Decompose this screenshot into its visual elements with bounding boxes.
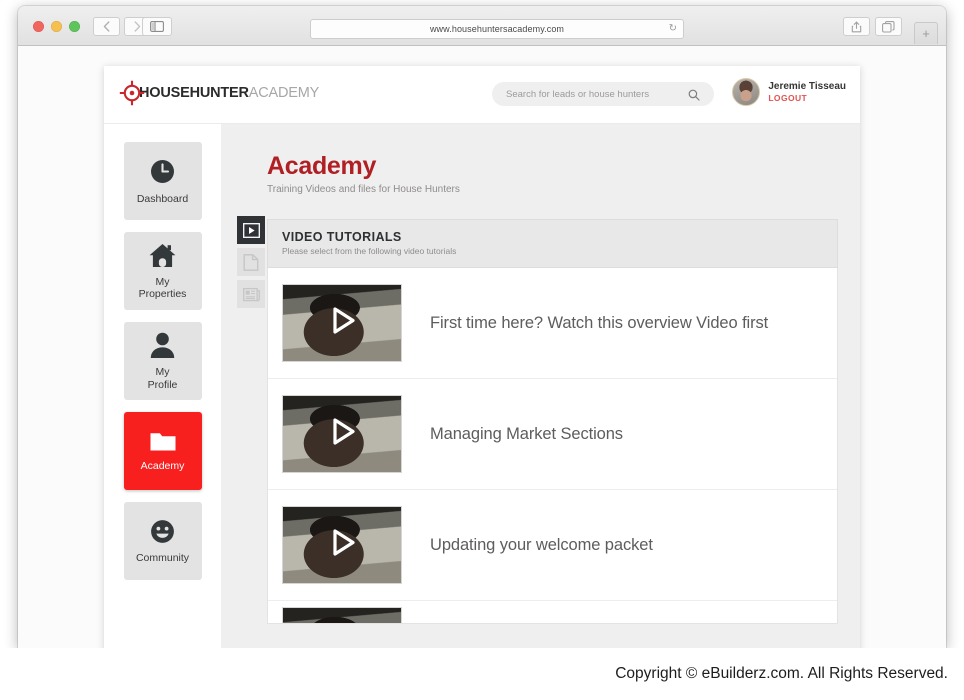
user-name: Jeremie Tisseau bbox=[768, 80, 846, 92]
video-list-item-partial[interactable] bbox=[268, 601, 837, 623]
video-thumbnail[interactable] bbox=[282, 506, 402, 584]
sidebar-item-label: My Properties bbox=[139, 276, 187, 300]
sidebar-item-community[interactable]: Community bbox=[123, 502, 202, 580]
play-icon bbox=[324, 303, 360, 344]
avatar[interactable] bbox=[732, 78, 761, 106]
sidebar-item-label: Community bbox=[135, 551, 190, 564]
crosshair-logo-icon bbox=[119, 80, 145, 106]
document-icon bbox=[243, 253, 259, 271]
reload-button[interactable]: ↻ bbox=[669, 24, 677, 34]
video-thumbnail[interactable] bbox=[282, 395, 402, 473]
browser-titlebar: www.househuntersacademy.com ↻ + bbox=[18, 6, 946, 46]
sidebar-item-dashboard[interactable]: Dashboard bbox=[123, 142, 202, 220]
tab-documents[interactable] bbox=[237, 248, 265, 276]
panel-title: VIDEO TUTORIALS bbox=[282, 230, 402, 244]
play-icon bbox=[324, 414, 360, 455]
copyright-text: Copyright © eBuilderz.com. All Rights Re… bbox=[615, 665, 948, 682]
panel-header: VIDEO TUTORIALS Please select from the f… bbox=[267, 219, 838, 268]
sidebar-toggle-icon bbox=[150, 21, 164, 32]
sidebar-item-label: Dashboard bbox=[136, 192, 189, 205]
person-icon bbox=[149, 331, 176, 359]
site-body: Dashboard My Properties My Profile Acade… bbox=[104, 124, 860, 648]
sidebar-item-label: My Profile bbox=[148, 366, 178, 390]
video-title: Managing Market Sections bbox=[430, 424, 623, 443]
logo-text-light: ACADEMY bbox=[248, 85, 320, 101]
logo-text-bold: HOUSEHUNTER bbox=[139, 85, 249, 101]
vertical-tabs bbox=[237, 216, 265, 308]
tab-articles[interactable] bbox=[237, 280, 265, 308]
chevron-left-icon bbox=[103, 21, 110, 32]
web-page: HOUSEHUNTERACADEMY Jeremie T bbox=[104, 66, 860, 648]
label-line-2: Profile bbox=[147, 378, 178, 391]
site-logo[interactable]: HOUSEHUNTERACADEMY bbox=[119, 80, 319, 106]
label-line-1: My bbox=[155, 366, 170, 379]
page-subtitle: Training Videos and files for House Hunt… bbox=[267, 184, 460, 195]
sidebar: Dashboard My Properties My Profile Acade… bbox=[104, 124, 221, 648]
maximize-window-button[interactable] bbox=[69, 21, 80, 32]
browser-viewport: HOUSEHUNTERACADEMY Jeremie T bbox=[18, 46, 946, 648]
tab-videos[interactable] bbox=[237, 216, 265, 244]
sidebar-item-academy[interactable]: Academy bbox=[123, 412, 202, 490]
smiley-icon bbox=[149, 518, 176, 545]
label-line-2: Properties bbox=[138, 288, 187, 300]
play-icon bbox=[324, 525, 360, 566]
folder-icon bbox=[149, 429, 177, 453]
video-tutorials-panel: VIDEO TUTORIALS Please select from the f… bbox=[267, 219, 838, 624]
video-thumbnail[interactable] bbox=[282, 607, 402, 623]
logo-text: HOUSEHUNTERACADEMY bbox=[139, 85, 319, 101]
sidebar-toggle-wrap bbox=[142, 17, 172, 36]
new-tab-button[interactable]: + bbox=[914, 22, 938, 44]
label-line-1: My bbox=[155, 275, 170, 288]
address-bar[interactable]: www.househuntersacademy.com ↻ bbox=[310, 19, 684, 39]
back-button[interactable] bbox=[93, 17, 120, 36]
search-icon[interactable] bbox=[688, 88, 700, 106]
user-menu[interactable]: Jeremie Tisseau LOGOUT bbox=[732, 78, 846, 106]
video-list-item[interactable]: Updating your welcome packet bbox=[268, 490, 837, 601]
browser-right-tools bbox=[843, 17, 902, 36]
sidebar-item-my-profile[interactable]: My Profile bbox=[123, 322, 202, 400]
site-header: HOUSEHUNTERACADEMY Jeremie T bbox=[104, 66, 860, 124]
panel-subtitle: Please select from the following video t… bbox=[282, 246, 457, 256]
sidebar-toggle-button[interactable] bbox=[142, 17, 172, 36]
search-box[interactable] bbox=[492, 82, 714, 106]
video-title: First time here? Watch this overview Vid… bbox=[430, 313, 769, 332]
page-title: Academy bbox=[267, 152, 377, 180]
video-list-item[interactable]: First time here? Watch this overview Vid… bbox=[268, 268, 837, 379]
sidebar-item-label: Academy bbox=[140, 460, 185, 473]
page-footer: Copyright © eBuilderz.com. All Rights Re… bbox=[0, 648, 964, 700]
browser-window: www.househuntersacademy.com ↻ + HOUSEHUN… bbox=[18, 6, 946, 648]
video-thumbnail[interactable] bbox=[282, 284, 402, 362]
play-video-icon bbox=[242, 222, 260, 238]
house-icon bbox=[148, 242, 177, 269]
url-text: www.househuntersacademy.com bbox=[429, 24, 565, 34]
close-window-button[interactable] bbox=[33, 21, 44, 32]
search-input[interactable] bbox=[506, 88, 681, 100]
share-icon bbox=[851, 21, 862, 32]
main-content: Academy Training Videos and files for Ho… bbox=[221, 124, 860, 648]
window-controls bbox=[33, 21, 80, 32]
logout-link[interactable]: LOGOUT bbox=[768, 93, 846, 103]
share-button[interactable] bbox=[843, 17, 870, 36]
tabs-overview-icon bbox=[882, 20, 895, 33]
clock-icon bbox=[148, 157, 177, 186]
sidebar-item-my-properties[interactable]: My Properties bbox=[123, 232, 202, 310]
article-icon bbox=[242, 287, 260, 301]
tabs-overview-button[interactable] bbox=[875, 17, 902, 36]
chevron-right-icon bbox=[134, 21, 141, 32]
video-title: Updating your welcome packet bbox=[430, 535, 653, 554]
video-list: First time here? Watch this overview Vid… bbox=[267, 268, 838, 624]
user-info: Jeremie Tisseau LOGOUT bbox=[768, 81, 846, 104]
video-list-item[interactable]: Managing Market Sections bbox=[268, 379, 837, 490]
minimize-window-button[interactable] bbox=[51, 21, 62, 32]
